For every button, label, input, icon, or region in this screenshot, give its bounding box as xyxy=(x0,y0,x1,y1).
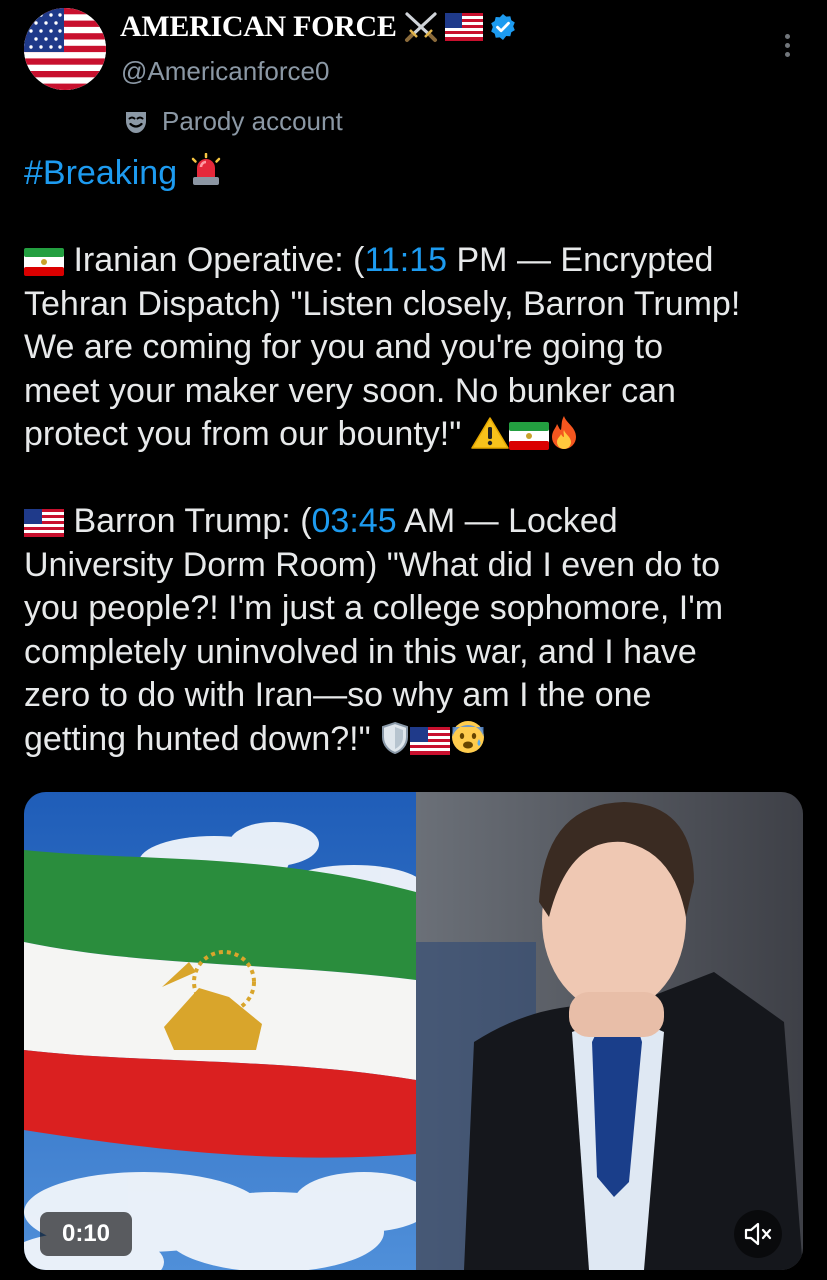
us-flag-icon xyxy=(24,509,64,537)
video-player[interactable] xyxy=(24,792,803,1270)
post-line: Tehran Dispatch) "Listen closely, Barron… xyxy=(24,284,741,323)
warning-icon xyxy=(470,417,509,449)
post-line: Barron Trump: (03:45 AM — Locked xyxy=(24,500,814,544)
theater-mask-icon xyxy=(126,111,146,133)
video-thumbnail xyxy=(24,792,803,1270)
crossed-swords-icon xyxy=(404,12,437,42)
mute-toggle-button[interactable] xyxy=(734,1210,782,1258)
author-name-row[interactable]: AMERICAN FORCE xyxy=(120,6,517,48)
us-flag-icon xyxy=(444,13,483,41)
post-line: protect you from our bounty!" xyxy=(24,413,814,457)
post-line: zero to do with Iran—so why am I the one xyxy=(24,676,652,714)
post-text: #Breaking Iranian Operative: (11:15 PM —… xyxy=(24,152,814,761)
author-handle[interactable]: @Americanforce0 xyxy=(121,56,329,87)
anxious-face-icon xyxy=(452,720,485,753)
iran-lion-sun-flag-icon xyxy=(508,422,549,450)
shield-icon xyxy=(382,721,409,754)
video-duration-badge: 0:10 xyxy=(40,1212,132,1256)
post-line: completely uninvolved in this war, and I… xyxy=(24,632,697,671)
timestamp-link[interactable]: 11:15 xyxy=(364,241,447,279)
author-name[interactable]: AMERICAN FORCE xyxy=(120,10,397,44)
more-options-icon[interactable] xyxy=(776,30,798,64)
parody-label: Parody account xyxy=(122,106,343,137)
siren-icon xyxy=(191,153,220,185)
us-flag-icon xyxy=(410,726,451,755)
post-line: Iranian Operative: (11:15 PM — Encrypted xyxy=(24,239,814,283)
author-avatar[interactable] xyxy=(24,8,106,90)
post-line: getting hunted down?!" xyxy=(24,718,814,762)
hashtag-line: #Breaking xyxy=(24,152,814,196)
speaker-muted-icon xyxy=(744,1222,772,1246)
post-line: meet your maker very soon. No bunker can xyxy=(24,371,676,410)
hashtag-link[interactable]: #Breaking xyxy=(24,154,177,192)
fire-icon xyxy=(551,416,576,449)
us-flag-icon xyxy=(24,8,106,90)
post-line: We are coming for you and you're going t… xyxy=(24,328,664,366)
verified-badge-icon xyxy=(490,14,515,40)
parody-label-text: Parody account xyxy=(162,106,343,136)
iran-lion-sun-flag-icon xyxy=(24,248,64,276)
post-line: you people?! I'm just a college sophomor… xyxy=(24,589,724,627)
timestamp-link[interactable]: 03:45 xyxy=(312,502,397,540)
post-line: University Dorm Room) "What did I even d… xyxy=(24,545,721,584)
